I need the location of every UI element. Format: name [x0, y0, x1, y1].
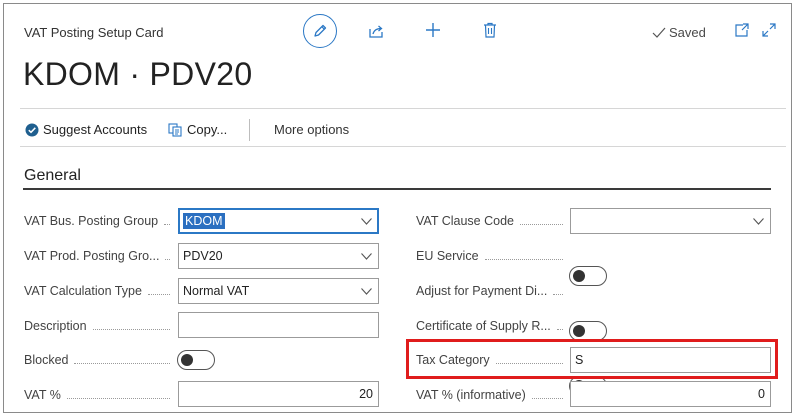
more-options-label: More options: [274, 122, 350, 137]
vat-prod-posting-group-field[interactable]: PDV20: [178, 243, 379, 269]
vat-calculation-type-value: Normal VAT: [183, 284, 250, 298]
share-icon: [369, 25, 383, 38]
vat-bus-posting-group-label: VAT Bus. Posting Group: [24, 212, 174, 230]
more-options-button[interactable]: More options: [274, 122, 349, 137]
divider: [20, 146, 786, 147]
expand-button[interactable]: [760, 21, 778, 39]
checkmark-icon: [652, 27, 666, 38]
check-circle-icon: [25, 123, 39, 136]
card-title: VAT Posting Setup Card: [24, 25, 164, 40]
vat-clause-code-field[interactable]: [570, 208, 771, 234]
section-title-general: General: [24, 167, 81, 184]
add-icon: [426, 23, 440, 37]
chevron-down-icon[interactable]: [358, 217, 374, 225]
tax-category-label: Tax Category: [416, 351, 567, 369]
divider: [20, 108, 786, 109]
save-status: Saved: [652, 25, 706, 40]
vat-bus-posting-group-field[interactable]: KDOM: [178, 208, 379, 234]
chevron-down-icon[interactable]: [358, 287, 374, 295]
blocked-label: Blocked: [24, 351, 174, 369]
toggle-knob: [181, 353, 193, 366]
chevron-down-icon[interactable]: [358, 252, 374, 260]
vat-percent-field[interactable]: 20: [178, 381, 379, 407]
vat-clause-code-label: VAT Clause Code: [416, 212, 567, 230]
suggest-accounts-label: Suggest Accounts: [43, 122, 148, 137]
vat-posting-setup-card: VAT Posting Setup Card Saved KDOM · PDV2…: [3, 3, 792, 413]
vat-percent-informative-field[interactable]: 0: [570, 381, 771, 407]
copy-icon: [168, 122, 182, 137]
vat-percent-value: 20: [359, 387, 373, 401]
suggest-accounts-button[interactable]: Suggest Accounts: [25, 122, 147, 137]
description-label: Description: [24, 317, 174, 335]
saved-label: Saved: [669, 25, 706, 40]
vat-calculation-type-field[interactable]: Normal VAT: [178, 278, 379, 304]
expand-icon: [762, 23, 776, 37]
new-button[interactable]: [423, 20, 443, 40]
action-separator: [249, 119, 250, 141]
page-title: KDOM · PDV20: [23, 56, 253, 92]
vat-percent-informative-value: 0: [758, 387, 765, 401]
tax-category-field[interactable]: S: [570, 347, 771, 373]
open-new-window-icon: [735, 23, 749, 37]
open-new-window-button[interactable]: [733, 21, 751, 39]
eu-service-toggle[interactable]: [569, 266, 607, 286]
tax-category-value: S: [575, 353, 584, 367]
adjust-for-payment-discount-label: Adjust for Payment Di...: [416, 282, 567, 300]
vat-prod-posting-group-value: PDV20: [183, 249, 223, 263]
vat-bus-posting-group-value: KDOM: [183, 213, 225, 229]
certificate-of-supply-label: Certificate of Supply R...: [416, 317, 567, 335]
eu-service-label: EU Service: [416, 247, 567, 265]
share-button[interactable]: [366, 21, 386, 41]
section-underline: [23, 188, 771, 190]
chevron-down-icon[interactable]: [750, 217, 766, 225]
vat-prod-posting-group-label: VAT Prod. Posting Gro...: [24, 247, 174, 265]
vat-percent-label: VAT %: [24, 386, 174, 404]
adjust-for-payment-discount-toggle[interactable]: [569, 321, 607, 341]
toggle-knob: [573, 324, 585, 337]
edit-button[interactable]: [303, 14, 337, 48]
copy-label: Copy...: [187, 122, 228, 137]
blocked-toggle[interactable]: [177, 350, 215, 370]
delete-icon: [484, 22, 496, 38]
vat-calculation-type-label: VAT Calculation Type: [24, 282, 174, 300]
edit-icon: [314, 24, 327, 37]
toggle-knob: [573, 269, 585, 282]
delete-button[interactable]: [480, 20, 500, 40]
description-field[interactable]: [178, 312, 379, 338]
copy-button[interactable]: Copy...: [168, 122, 227, 137]
vat-percent-informative-label: VAT % (informative): [416, 386, 567, 404]
